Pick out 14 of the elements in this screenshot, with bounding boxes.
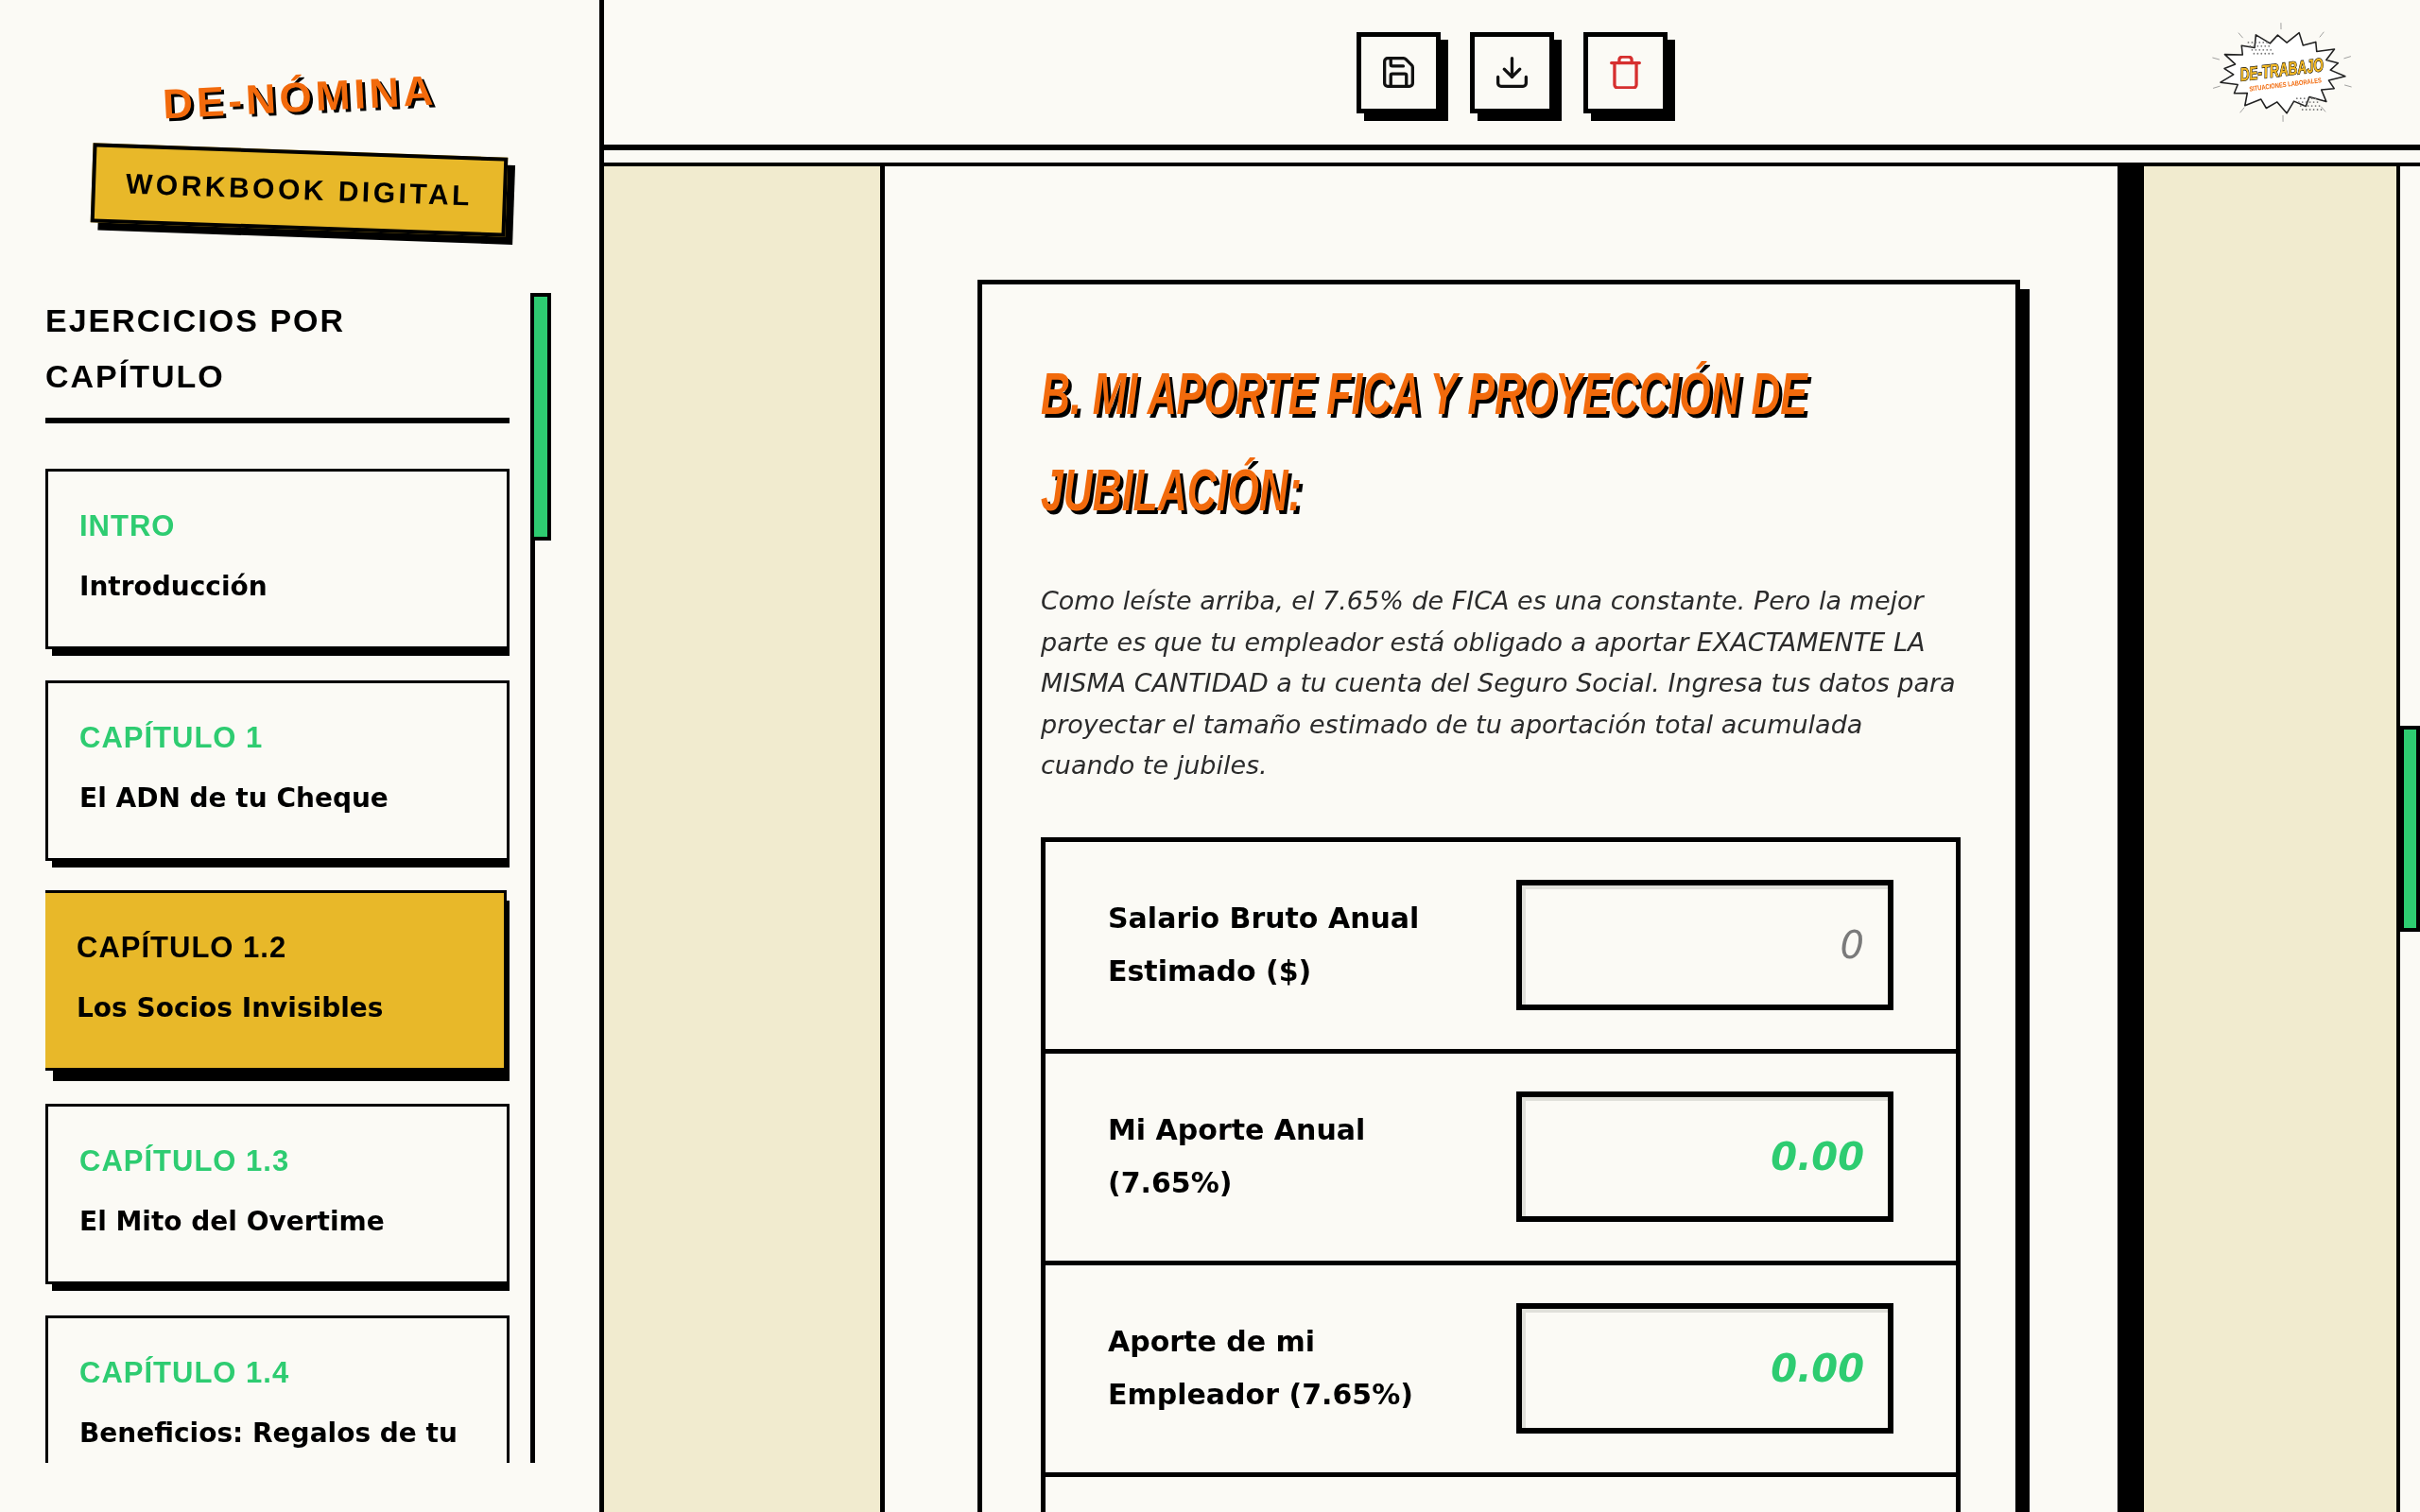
exercise-heading: B. MI APORTE FICA Y PROYECCIÓN DE JUBILACIÓN: <box>1041 359 1809 524</box>
text-field[interactable]: 0 <box>1516 880 1893 1011</box>
brand-title: DE-NÓMINA <box>161 65 439 129</box>
result-field: 0.00 <box>1516 1091 1893 1223</box>
field-label: Aporte de mi Empleador (7.65%) <box>1108 1324 1414 1414</box>
exercise-instructions: Como leíste arriba, el 7.65% de FICA es una constante. Pero la mejor parte es que tu empleador está obligado a aportar EXACTAMENTE LA MISMA CANTIDAD a tu cuenta del Seguro Social. Ingresa tus datos para proyectar el tamaño estimado de tu aportación total acumulada cuando te jubiles. <box>1041 585 1957 782</box>
field-label: Mi Aporte Anual (7.65%) <box>1108 1112 1367 1202</box>
field-label: Salario Bruto Anual Estimado ($) <box>1108 901 1421 990</box>
trash-icon <box>1610 56 1641 89</box>
starburst-icon <box>2212 22 2352 123</box>
scrollbar-thumb[interactable] <box>2400 726 2420 932</box>
result-field: 0.00 <box>1516 1303 1893 1435</box>
section-heading: EJERCICIOS POR CAPÍTULO <box>45 301 347 396</box>
chapter-item[interactable]: CAPÍTULO 1.4 Beneficios: Regalos de tu <box>45 1315 510 1463</box>
